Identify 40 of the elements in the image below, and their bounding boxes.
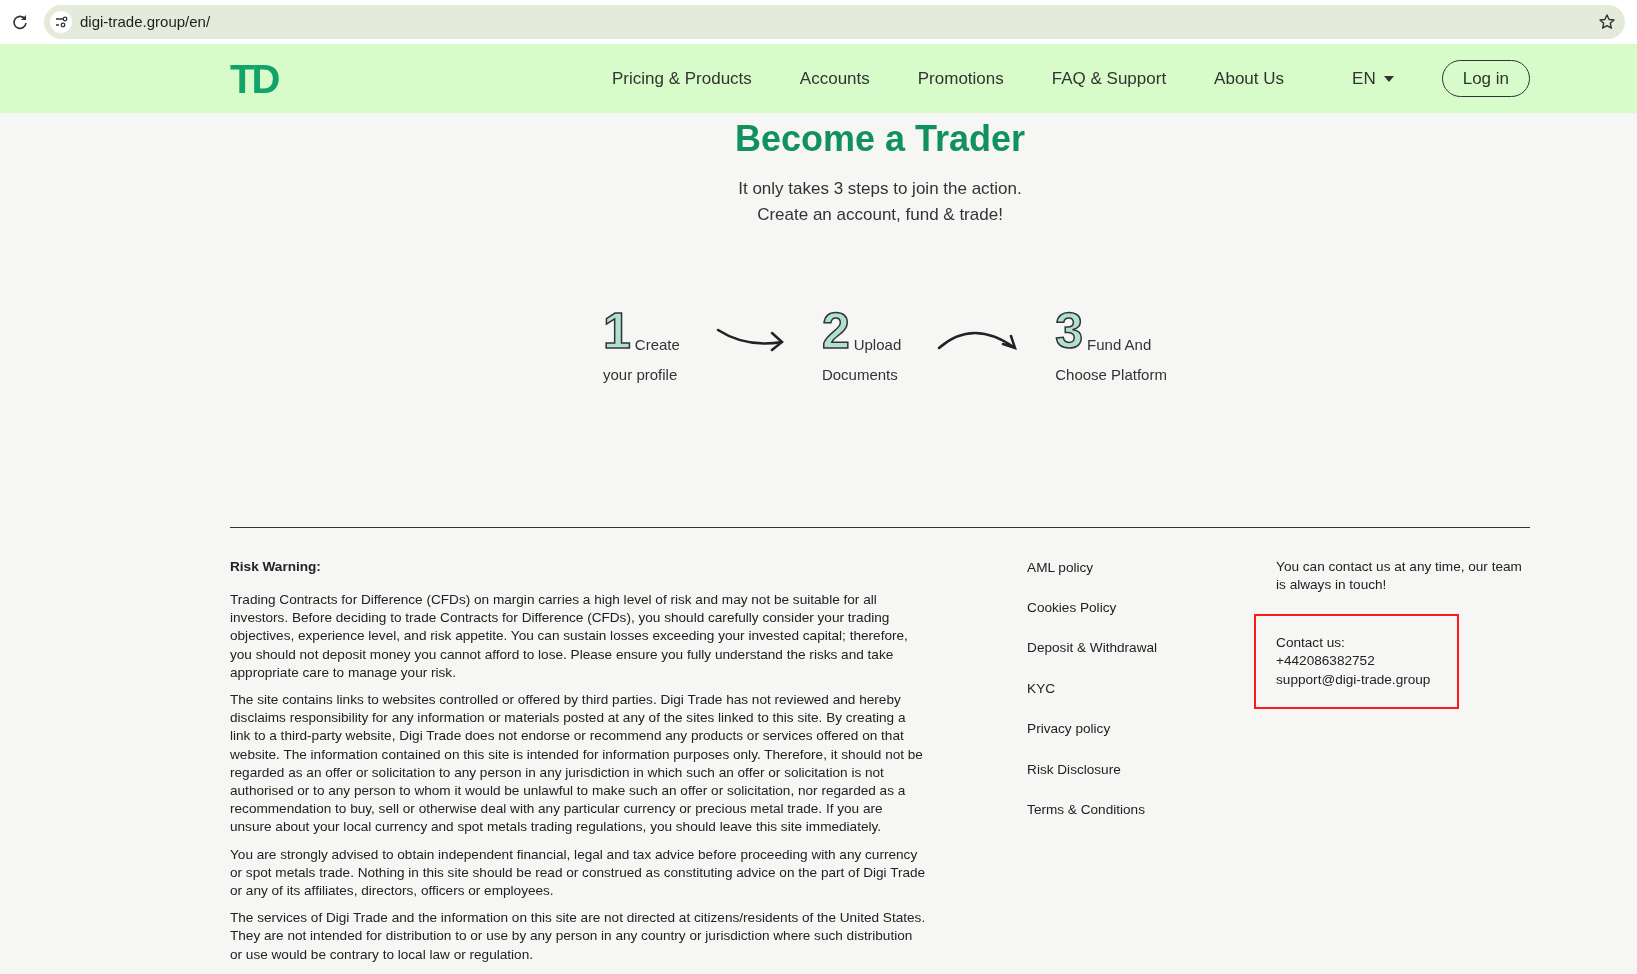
contact-text: +442086382752	[1276, 652, 1376, 671]
step-label: Upload	[853, 334, 902, 355]
url-text: digi-trade.group/en/	[80, 11, 211, 32]
nav-link[interactable]: Pricing & Products	[612, 65, 752, 92]
risk-paragraph: The services of Digi Trade and the information on this site are not directed at citizens/residents of the United States. They are not intended for distribution to or use by any person in any country or jurisdiction where such distribution or use would be contrary to local law or regulation.	[230, 909, 927, 964]
footer-link[interactable]: AML policy	[1027, 557, 1277, 579]
step-label: Fund And	[1087, 334, 1152, 355]
footer-link[interactable]: Terms & Conditions	[1027, 800, 1277, 821]
language-dropdown[interactable]: EN	[1352, 65, 1394, 92]
step-label: your profile	[603, 365, 679, 386]
nav-link[interactable]: About Us	[1214, 65, 1285, 92]
footer-link[interactable]: Deposit & Withdrawal	[1027, 638, 1277, 659]
nav-link[interactable]: FAQ & Support	[1051, 65, 1167, 92]
footer-link[interactable]: KYC	[1027, 678, 1277, 700]
reload-icon[interactable]	[12, 14, 28, 30]
footer-link[interactable]: Cookies Policy	[1027, 598, 1277, 619]
risk-paragraph: The site contains links to websites controlled or offered by third parties. Digi Trade has not reviewed and hereby disclaims responsibility for any information or materials posted at any of the sites linked to this site. By creating a link to a third-party website, Digi Trade does not endorse or recommend any products or services offered on that website. The information contained on this site is intended for information purposes only. Therefore, it should not be regarded as an offer or solicitation to any person in any jurisdiction in which such an offer or solicitation is not authorised or to any person to whom it would be unlawful to make such an offer or solicitation, nor regarded as a recommendation to buy, sell or otherwise deal with any particular currency or precious metal trade. If you are unsure about your local currency and spot metals trading regulations, you should leave this site immediately.	[230, 690, 924, 837]
footer-link[interactable]: Privacy policy	[1027, 719, 1277, 740]
risk-warning-title: Risk Warning:	[230, 557, 322, 576]
footer-link[interactable]: Risk Disclosure	[1027, 759, 1277, 781]
step-label: Create	[634, 334, 680, 355]
hero-title: Become a Trader	[733, 117, 1027, 161]
step-number: 2	[821, 306, 850, 357]
caret-icon	[1383, 75, 1394, 82]
site-settings-icon[interactable]	[50, 11, 72, 33]
contact-intro-text: You can contact us at any time, our team is always in touch!	[1276, 557, 1523, 594]
step-number: 3	[1055, 306, 1084, 357]
nav-link[interactable]: Promotions	[917, 65, 1004, 92]
step-label: Choose Platform	[1055, 365, 1167, 386]
risk-paragraph: Trading Contracts for Difference (CFDs) on margin carries a high level of risk and may not be suitable for all investors. Before deciding to trade Contracts for Difference (CFDs), you should carefully consider your trading objectives, experience level, and risk appetite. You can sustain losses exceeding your invested capital; therefore, you should not deposit money you cannot afford to lose. Please ensure you fully understand the risks and take appropriate care to manage your risk.	[230, 590, 909, 682]
contact-text: support@digi-trade.group	[1276, 670, 1432, 689]
step-number: 1	[603, 306, 631, 357]
risk-paragraph: You are strongly advised to obtain independent financial, legal and tax advice before proceeding with any currency or spot metals trade. Nothing in this site should be read or construed as constituting advice on the part of Digi Trade or any of its affiliates, directors, officers or employees.	[230, 845, 927, 900]
contact-text: Contact us:	[1276, 634, 1346, 653]
bookmark-star-icon[interactable]	[1599, 14, 1615, 30]
address-bar[interactable]: digi-trade.group/en/	[44, 5, 1625, 39]
subtitle-text: It only takes 3 steps to join the action.	[737, 178, 1023, 201]
subtitle-text: Create an account, fund & trade!	[756, 204, 1004, 227]
nav-link[interactable]: Accounts	[799, 65, 870, 92]
step-label: Documents	[821, 365, 899, 386]
